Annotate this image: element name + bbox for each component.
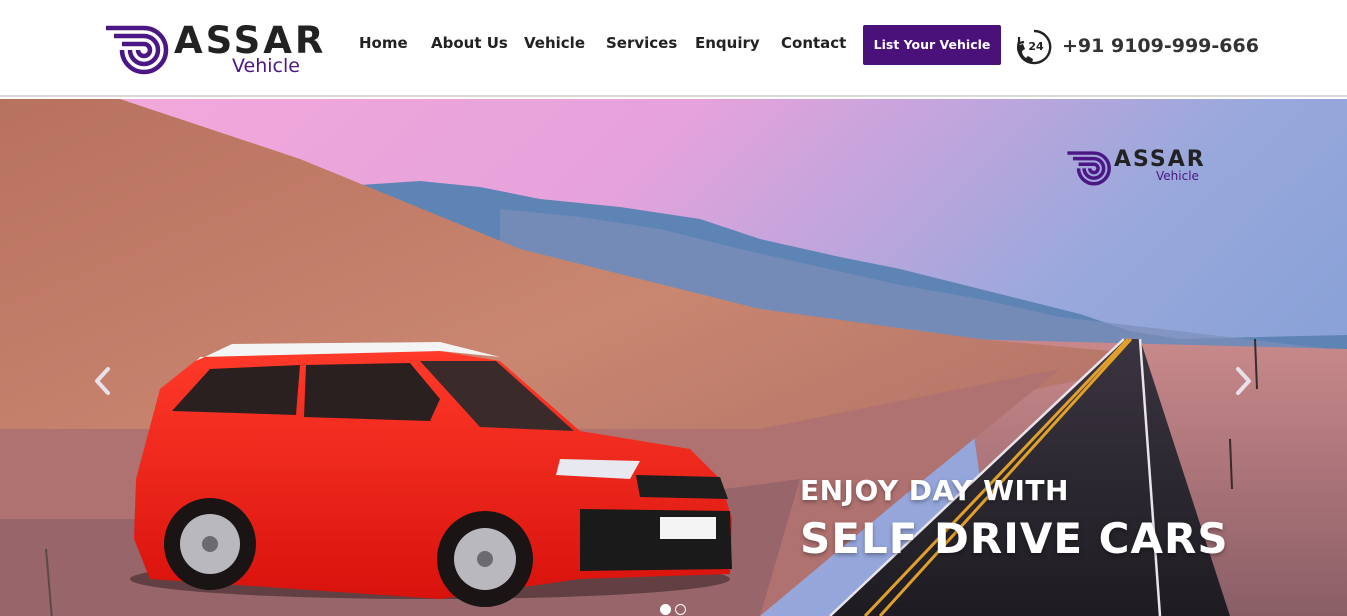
watermark-swirl-icon [1067, 151, 1111, 186]
nav-about-us[interactable]: About Us [416, 30, 509, 56]
nav-enquiry[interactable]: Enquiry [680, 30, 766, 56]
slider-indicators [660, 604, 686, 615]
caption-line-2: SELF DRIVE CARS [800, 514, 1229, 563]
slide-dot-2[interactable] [675, 604, 686, 615]
phone-number[interactable]: +91 9109-999-666 [1062, 33, 1259, 59]
logo-swirl-icon [106, 25, 169, 75]
chevron-right-icon[interactable] [1228, 363, 1258, 399]
main-nav: Home About Us Vehicle Services Enquiry C… [344, 30, 856, 56]
24-hour-phone-icon[interactable]: 24 [1015, 28, 1053, 66]
nav-services[interactable]: Services [591, 30, 680, 56]
slide-dot-1[interactable] [660, 604, 671, 615]
watermark-tagline: Vehicle [1156, 169, 1199, 183]
brand-logo[interactable]: ASSAR Vehicle [104, 20, 323, 78]
caption-line-1: ENJOY DAY WITH [800, 474, 1069, 507]
nav-vehicle[interactable]: Vehicle [509, 30, 591, 56]
nav-home[interactable]: Home [344, 30, 416, 56]
hero-caption: ENJOY DAY WITH SELF DRIVE CARS [800, 472, 1300, 566]
site-header: ASSAR Vehicle Home About Us Vehicle Serv… [0, 0, 1347, 97]
hero-slider: ASSAR Vehicle ENJOY DAY WITH SELF DRIVE … [0, 99, 1347, 616]
24-label: 24 [1028, 40, 1044, 53]
watermark-logo: ASSAR Vehicle [1066, 147, 1216, 189]
list-your-vehicle-button[interactable]: List Your Vehicle [863, 25, 1001, 65]
brand-tagline: Vehicle [232, 55, 300, 77]
chevron-left-icon[interactable] [88, 363, 118, 399]
nav-contact[interactable]: Contact [766, 30, 856, 56]
